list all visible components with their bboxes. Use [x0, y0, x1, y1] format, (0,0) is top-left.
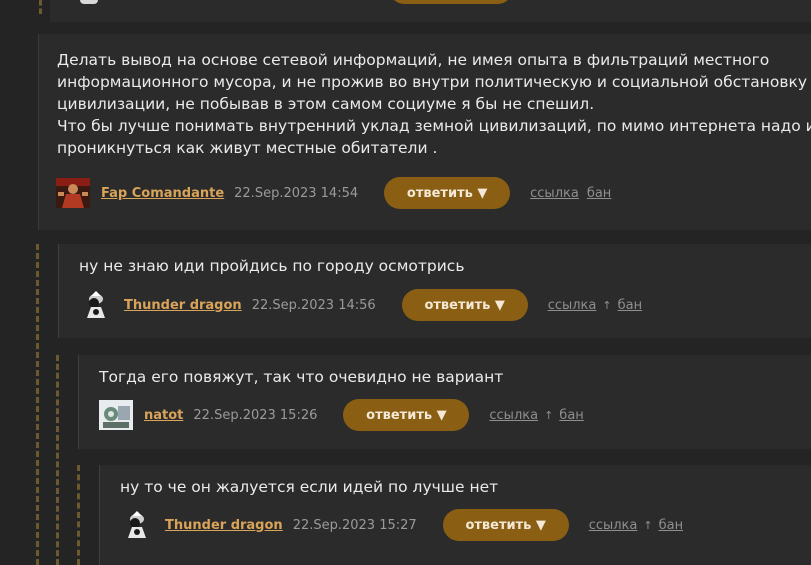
- comment-text-line: Делать вывод на основе сетевой информаци…: [57, 51, 770, 69]
- go-to-parent-arrow-icon[interactable]: ↑: [544, 409, 553, 422]
- author-link[interactable]: natot: [144, 408, 183, 423]
- comment-thread: Делать вывод на основе сетевой информаци…: [0, 0, 811, 565]
- thread-guide-line: [77, 465, 80, 565]
- comment-text: ну то че он жалуется если идей по лучше …: [120, 476, 498, 498]
- author-link[interactable]: Fap Comandante: [101, 186, 224, 201]
- previous-reply-button[interactable]: [390, 0, 512, 4]
- comment-date: 22.Sep.2023 14:56: [251, 297, 376, 313]
- ban-link[interactable]: бан: [587, 186, 611, 201]
- go-to-parent-arrow-icon[interactable]: ↑: [643, 519, 652, 532]
- comment-date: 22.Sep.2023 15:27: [292, 517, 417, 533]
- comment-text-line: проникнуться как живут местные обитатели…: [57, 139, 438, 157]
- comment-text-line: информационного мусора, и не прожив во в…: [57, 73, 808, 91]
- comment-date: 22.Sep.2023 15:26: [193, 407, 318, 423]
- comment-text: Делать вывод на основе сетевой информаци…: [57, 49, 811, 159]
- reply-button[interactable]: ответить ▼: [384, 177, 511, 209]
- avatar-red-figure-icon[interactable]: [56, 178, 90, 208]
- permalink-link[interactable]: ссылка: [589, 518, 638, 533]
- previous-avatar: [80, 0, 98, 4]
- reply-button[interactable]: ответить ▼: [343, 399, 470, 431]
- thread-guide-line: [36, 244, 39, 565]
- comment-card: ну то че он жалуется если идей по лучше …: [99, 465, 811, 565]
- thread-guide-line: [56, 355, 59, 565]
- ban-link[interactable]: бан: [659, 518, 683, 533]
- reply-button[interactable]: ответить ▼: [401, 289, 528, 321]
- comment-card: Тогда его повяжут, так что очевидно не в…: [78, 355, 811, 449]
- comment-text-line: ну то че он жалуется если идей по лучше …: [120, 478, 499, 496]
- comment-text-line: ну не знаю иди пройдись по городу осмотр…: [79, 257, 465, 275]
- comment-text: ну не знаю иди пройдись по городу осмотр…: [79, 255, 464, 277]
- ban-link[interactable]: бан: [559, 408, 583, 423]
- comment-meta: Fap Comandante 22.Sep.2023 14:54 ответит…: [56, 176, 611, 210]
- comment-meta: Thunder dragon 22.Sep.2023 15:27 ответит…: [120, 508, 683, 542]
- permalink-link[interactable]: ссылка: [548, 298, 597, 313]
- permalink-link[interactable]: ссылка: [530, 186, 579, 201]
- author-link[interactable]: Thunder dragon: [165, 518, 283, 533]
- thread-guide-line: [39, 0, 42, 14]
- comment-meta: natot 22.Sep.2023 15:26 ответить ▼ ссылк…: [99, 398, 584, 432]
- comment-card: Делать вывод на основе сетевой информаци…: [38, 34, 811, 230]
- comment-text-line: Тогда его повяжут, так что очевидно не в…: [99, 368, 504, 386]
- comment-card: ну не знаю иди пройдись по городу осмотр…: [58, 244, 811, 338]
- comment-text-line: Что бы лучше понимать внутренний уклад з…: [57, 117, 811, 135]
- ban-link[interactable]: бан: [618, 298, 642, 313]
- comment-text-line: цивилизации, не побывав в этом самом соц…: [57, 95, 595, 113]
- go-to-parent-arrow-icon[interactable]: ↑: [602, 299, 611, 312]
- comment-meta: Thunder dragon 22.Sep.2023 14:56 ответит…: [79, 288, 642, 322]
- comment-date: 22.Sep.2023 14:54: [234, 185, 359, 201]
- avatar-dragon-figure-icon[interactable]: [120, 510, 154, 540]
- avatar-robot-figure-icon[interactable]: [99, 400, 133, 430]
- previous-comment-stub: [50, 0, 811, 22]
- permalink-link[interactable]: ссылка: [489, 408, 538, 423]
- avatar-dragon-figure-icon[interactable]: [79, 290, 113, 320]
- reply-button[interactable]: ответить ▼: [442, 509, 569, 541]
- comment-text: Тогда его повяжут, так что очевидно не в…: [99, 366, 503, 388]
- author-link[interactable]: Thunder dragon: [124, 298, 242, 313]
